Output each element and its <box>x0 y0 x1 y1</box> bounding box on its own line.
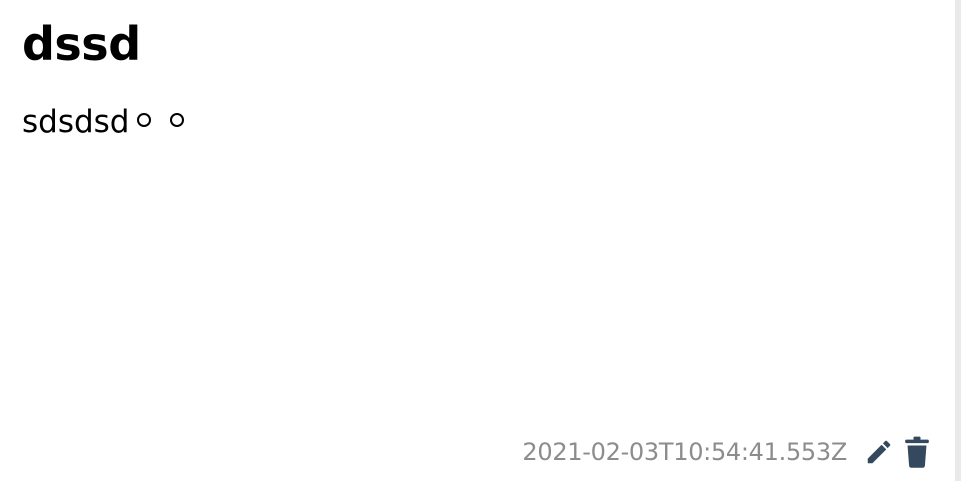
circle-icon <box>136 113 151 127</box>
scrollbar-edge <box>955 0 961 481</box>
note-body: sdsdsd <box>22 100 184 144</box>
edit-button[interactable] <box>863 436 895 468</box>
trash-icon <box>905 436 929 468</box>
delete-button[interactable] <box>901 436 933 468</box>
circle-icon <box>169 113 184 127</box>
note-body-text: sdsdsd <box>22 104 130 140</box>
note-title: dssd <box>22 17 141 71</box>
note-card: dssd sdsdsd 2021-02-03T10:54:41.553Z <box>0 0 961 481</box>
note-footer: 2021-02-03T10:54:41.553Z <box>522 432 933 472</box>
pencil-icon <box>867 440 891 464</box>
note-timestamp: 2021-02-03T10:54:41.553Z <box>522 438 847 466</box>
